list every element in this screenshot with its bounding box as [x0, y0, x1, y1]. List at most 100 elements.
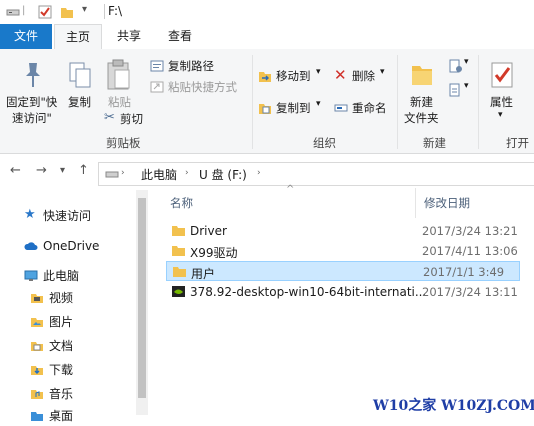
new-item-button[interactable]: ▾	[448, 57, 472, 75]
star-icon: ★	[24, 207, 36, 222]
dropdown-arrow-icon: ▾	[498, 110, 503, 120]
picture-folder-icon	[31, 318, 43, 327]
pin-quick-access-button[interactable]: 固定到"快 速访问"	[4, 53, 64, 125]
breadcrumb-this-pc[interactable]: 此电脑	[141, 166, 177, 183]
dropdown-arrow-icon: ▾	[464, 81, 469, 91]
new-folder-label-1: 新建	[410, 95, 433, 109]
delete-x-icon: ✕	[334, 66, 347, 84]
customize-chevron-icon[interactable]: ▾	[82, 4, 87, 15]
folder-icon	[172, 226, 185, 236]
sidebar-item-downloads[interactable]: 下载	[30, 360, 130, 380]
address-bar[interactable]: › 此电脑 › U 盘 (F:) ›	[98, 162, 534, 186]
paste-shortcut-icon	[150, 81, 164, 93]
copy-icon	[69, 62, 91, 88]
breadcrumb-chevron-icon[interactable]: ›	[257, 168, 261, 178]
new-item-icon	[449, 59, 462, 73]
sidebar-item-pictures[interactable]: 图片	[30, 312, 130, 332]
table-row[interactable]: X99驱动 2017/4/11 13:06	[166, 241, 520, 261]
group-open: 打开	[506, 136, 529, 150]
paste-shortcut-button[interactable]: 粘贴快捷方式	[150, 79, 250, 95]
cut-button[interactable]: ✂ 剪切	[104, 110, 154, 127]
folder-icon	[173, 267, 186, 277]
breadcrumb-chevron-icon: ›	[185, 168, 189, 178]
easy-access-button[interactable]: ▾	[448, 81, 472, 99]
file-name: X99驱动	[190, 246, 238, 260]
sidebar-item-documents[interactable]: 文档	[30, 336, 130, 356]
forward-arrow-icon[interactable]: →	[36, 163, 47, 178]
copy-path-icon	[150, 60, 164, 72]
dropdown-arrow-icon: ▾	[316, 99, 321, 109]
video-folder-icon	[31, 294, 43, 303]
pin-label-2: 速访问"	[12, 111, 52, 125]
column-header-name[interactable]: 名称	[170, 195, 193, 211]
table-row[interactable]: 378.92-desktop-win10-64bit-internati... …	[166, 282, 520, 302]
dropdown-arrow-icon: ▾	[316, 67, 321, 77]
move-to-button[interactable]: 移动到 ▾	[258, 67, 326, 85]
nvidia-app-icon	[172, 286, 185, 297]
up-arrow-icon[interactable]: ↑	[78, 163, 89, 178]
copy-button[interactable]: 复制	[64, 53, 96, 113]
navigation-scrollbar[interactable]	[136, 190, 148, 415]
sidebar-item-label: 快速访问	[43, 209, 92, 223]
file-name: Driver	[190, 224, 227, 238]
watermark: W10之家 W10ZJ.COM	[373, 398, 534, 414]
music-folder-icon	[31, 390, 43, 399]
tab-home[interactable]: 主页	[54, 24, 102, 50]
properties-button[interactable]: 属性 ▾	[482, 53, 526, 125]
tab-view[interactable]: 查看	[154, 24, 206, 49]
paste-shortcut-label: 粘贴快捷方式	[168, 80, 237, 94]
ribbon: 固定到"快 速访问" 复制 粘贴 复制路径 粘贴快捷方式 ✂ 剪切 剪贴板 移动…	[0, 49, 534, 154]
dropdown-arrow-icon: ▾	[380, 67, 385, 77]
sidebar-item-quick-access[interactable]: ★ 快速访问	[24, 206, 134, 226]
drive-icon	[6, 9, 20, 16]
copy-to-button[interactable]: 复制到 ▾	[258, 99, 326, 117]
new-folder-button[interactable]: 新建 文件夹	[400, 53, 444, 125]
document-folder-icon	[31, 342, 43, 351]
copy-path-button[interactable]: 复制路径	[150, 58, 230, 74]
new-folder-label-2: 文件夹	[404, 111, 439, 125]
scissors-icon: ✂	[104, 110, 115, 125]
pin-icon	[26, 63, 40, 87]
navigation-pane: ★ 快速访问 OneDrive 此电脑 视频 图片 文档 下载 音乐 桌面	[0, 188, 150, 423]
delete-label: 删除	[352, 69, 375, 83]
properties-check-icon[interactable]	[38, 5, 52, 19]
recent-chevron-icon[interactable]: ▾	[60, 165, 65, 176]
properties-label: 属性	[490, 95, 513, 109]
ribbon-tabs: 文件 主页 共享 查看	[0, 24, 534, 50]
drive-icon	[105, 171, 119, 178]
paste-button[interactable]: 粘贴	[102, 53, 138, 113]
computer-icon	[24, 270, 38, 281]
pin-label-1: 固定到"快	[6, 95, 58, 109]
file-name: 378.92-desktop-win10-64bit-internati...	[190, 285, 427, 299]
column-header-modified[interactable]: 修改日期	[424, 195, 470, 211]
sidebar-item-label: 桌面	[49, 409, 74, 423]
sidebar-item-label: 文档	[49, 339, 74, 353]
tab-file[interactable]: 文件	[0, 24, 52, 49]
sidebar-item-onedrive[interactable]: OneDrive	[24, 236, 134, 256]
move-to-label: 移动到	[276, 69, 311, 83]
file-name: 用户	[191, 267, 216, 281]
table-row[interactable]: 用户 2017/1/1 3:49	[166, 261, 520, 281]
clipboard-icon	[107, 59, 130, 90]
sidebar-item-this-pc[interactable]: 此电脑	[24, 266, 134, 286]
file-date: 2017/4/11 13:06	[422, 244, 518, 258]
sidebar-item-music[interactable]: 音乐	[30, 384, 130, 404]
sidebar-item-label: 此电脑	[43, 269, 80, 283]
tab-share[interactable]: 共享	[106, 24, 152, 49]
new-folder-quick-icon[interactable]	[60, 5, 74, 19]
title-bar: | ▾ F:\	[0, 0, 534, 24]
rename-button[interactable]: 重命名	[334, 99, 394, 117]
back-arrow-icon[interactable]: ←	[10, 163, 21, 178]
delete-button[interactable]: ✕ 删除 ▾	[334, 66, 394, 85]
sidebar-item-desktop[interactable]: 桌面	[30, 406, 130, 426]
file-date: 2017/3/24 13:11	[422, 285, 518, 299]
sort-up-chevron-icon: ^	[286, 184, 295, 195]
address-row: ← → ▾ ↑ › 此电脑 › U 盘 (F:) ›	[0, 154, 534, 188]
rename-label: 重命名	[352, 101, 387, 115]
new-folder-icon	[412, 66, 432, 85]
sidebar-item-videos[interactable]: 视频	[30, 288, 130, 308]
scrollbar-thumb[interactable]	[138, 198, 146, 398]
table-row[interactable]: Driver 2017/3/24 13:21	[166, 221, 520, 241]
copy-folder-icon	[259, 104, 271, 114]
breadcrumb-usb-drive[interactable]: U 盘 (F:)	[199, 166, 247, 183]
